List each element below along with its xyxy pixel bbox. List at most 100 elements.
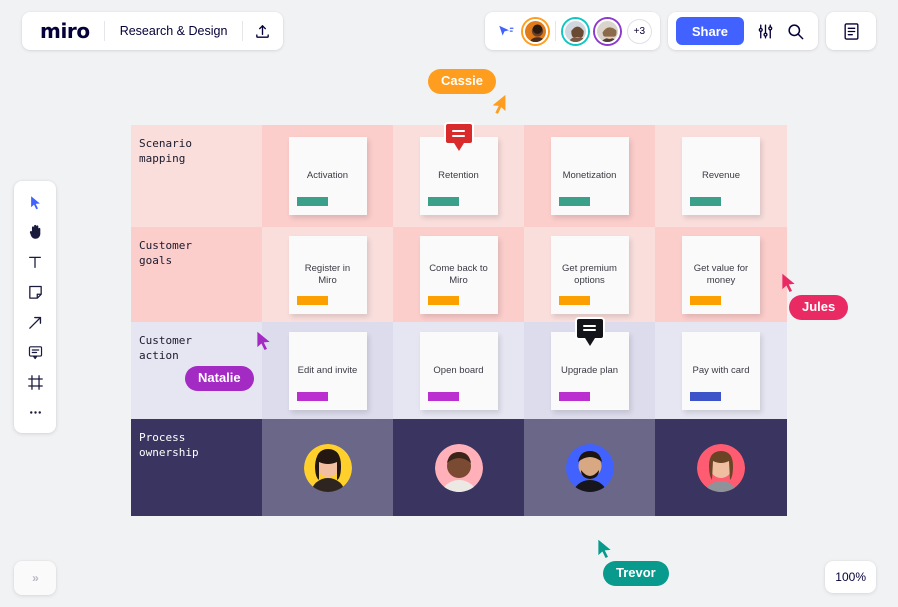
comment-badge-icon[interactable] — [574, 316, 605, 340]
grid-cell[interactable]: Activation — [262, 125, 393, 227]
collab-name-label: Cassie — [428, 69, 496, 94]
collab-name-label: Jules — [789, 295, 849, 320]
card-color-bar — [296, 197, 328, 206]
owner-avatar-3[interactable] — [565, 443, 614, 492]
miro-logo[interactable]: miro — [24, 21, 104, 41]
grid-cell[interactable]: Revenue — [655, 125, 787, 227]
card-label: Monetization — [562, 170, 617, 181]
owner-avatar-4[interactable] — [697, 443, 745, 492]
card-color-bar — [427, 391, 459, 401]
zoom-level-control[interactable]: 100% — [825, 561, 876, 593]
owner-avatar-2[interactable] — [434, 443, 483, 492]
card-color-bar — [427, 295, 459, 305]
document-icon[interactable] — [836, 16, 866, 46]
row-label: Customer action — [139, 334, 192, 362]
grid-cell[interactable]: Come back to Miro — [393, 227, 524, 322]
row-label: Process ownership — [139, 431, 199, 459]
more-dots-icon[interactable] — [18, 397, 52, 427]
card-color-bar — [296, 295, 328, 305]
card-color-bar — [558, 391, 590, 401]
card-color-bar — [558, 197, 590, 206]
collaborator-avatar-2[interactable] — [562, 18, 588, 44]
collaborators-group: +3 — [484, 12, 660, 50]
share-button[interactable]: Share — [675, 17, 744, 45]
sticky-card[interactable]: Register in Miro — [288, 235, 367, 314]
grid-cell[interactable] — [524, 419, 655, 516]
upload-icon[interactable] — [243, 12, 281, 50]
collab-cursor-cassie: Cassie — [428, 69, 506, 114]
sticky-card[interactable]: Pay with card — [682, 331, 760, 410]
cursor-pointer-icon — [257, 331, 270, 350]
collaborator-avatar-3[interactable] — [594, 18, 620, 44]
sticky-card[interactable]: Monetization — [550, 137, 629, 215]
card-color-bar — [558, 295, 590, 305]
card-color-bar — [690, 391, 721, 401]
card-color-bar — [296, 391, 328, 401]
sticky-card[interactable]: Get value for money — [682, 235, 760, 314]
chevron-double-right-icon: » — [32, 571, 39, 585]
grid-cell[interactable] — [262, 419, 393, 516]
grid-cell[interactable] — [655, 419, 787, 516]
board-toolbar: miro Research & Design — [22, 12, 284, 50]
sticky-card[interactable]: Retention — [419, 122, 498, 215]
board-title[interactable]: Research & Design — [105, 24, 243, 38]
sticky-card[interactable]: Open board — [419, 331, 498, 410]
sticky-card[interactable]: Activation — [288, 137, 367, 215]
grid-cell[interactable]: Monetization — [524, 125, 655, 227]
grid-cell[interactable]: Get value for money — [655, 227, 787, 322]
cursor-share-icon[interactable] — [493, 18, 519, 44]
owner-avatar-1[interactable] — [303, 443, 352, 492]
grid-cell[interactable]: Upgrade plan — [524, 316, 655, 419]
collaborator-avatar-1[interactable] — [522, 18, 548, 44]
sticky-note-icon[interactable] — [18, 277, 52, 307]
arrow-tool[interactable] — [18, 307, 52, 337]
row-header-scenario-mapping: Scenario mapping — [131, 125, 262, 227]
actions-group: Share — [667, 12, 818, 50]
card-label: Register in Miro — [304, 262, 351, 286]
comment-badge-icon[interactable] — [443, 122, 474, 145]
card-color-bar — [690, 197, 721, 206]
select-tool[interactable] — [18, 187, 52, 217]
top-right-toolbar: +3 Share — [484, 12, 876, 50]
sticky-card[interactable]: Come back to Miro — [419, 235, 498, 314]
card-label: Come back to Miro — [429, 262, 488, 286]
grid-cell[interactable]: Open board — [393, 322, 524, 419]
text-tool[interactable] — [18, 247, 52, 277]
cursor-pointer-icon — [598, 539, 611, 558]
hand-tool[interactable] — [18, 217, 52, 247]
comment-icon[interactable] — [18, 337, 52, 367]
card-label: Retention — [438, 170, 479, 181]
creation-toolbar — [14, 181, 56, 433]
divider — [554, 21, 556, 41]
card-label: Pay with card — [692, 364, 750, 376]
card-label: Get premium options — [562, 262, 617, 286]
sticky-card[interactable]: Upgrade plan — [550, 316, 629, 410]
grid-cell[interactable]: Pay with card — [655, 322, 787, 419]
frame-tool[interactable] — [18, 367, 52, 397]
notes-group — [826, 12, 876, 50]
card-label: Activation — [306, 170, 349, 181]
more-collaborators-badge[interactable]: +3 — [626, 18, 652, 44]
grid-cell[interactable]: Register in Miro — [262, 227, 393, 322]
grid-cell[interactable]: Retention — [393, 122, 524, 227]
grid-cell[interactable] — [393, 419, 524, 516]
row-label: Scenario mapping — [139, 137, 192, 165]
cursor-pointer-icon — [782, 273, 795, 292]
avatar-stack: +3 — [522, 18, 652, 44]
sticky-card[interactable]: Edit and invite — [288, 331, 367, 410]
sticky-card[interactable]: Revenue — [682, 137, 760, 215]
sliders-icon[interactable] — [750, 16, 780, 46]
row-header-customer-goals: Customer goals — [131, 227, 262, 322]
card-color-bar — [427, 197, 459, 206]
collab-name-label: Trevor — [603, 561, 669, 586]
row-label: Customer goals — [139, 239, 192, 267]
grid-cell[interactable]: Edit and invite — [262, 322, 393, 419]
expand-panel-button[interactable]: » — [14, 561, 56, 595]
search-icon[interactable] — [780, 16, 810, 46]
grid-cell[interactable]: Get premium options — [524, 227, 655, 322]
card-label: Get value for money — [693, 262, 749, 286]
sticky-card[interactable]: Get premium options — [550, 235, 629, 314]
card-label: Revenue — [701, 170, 741, 181]
card-label: Upgrade plan — [560, 364, 619, 376]
customer-journey-grid: Scenario mapping Activation Retention Mo… — [131, 122, 787, 516]
